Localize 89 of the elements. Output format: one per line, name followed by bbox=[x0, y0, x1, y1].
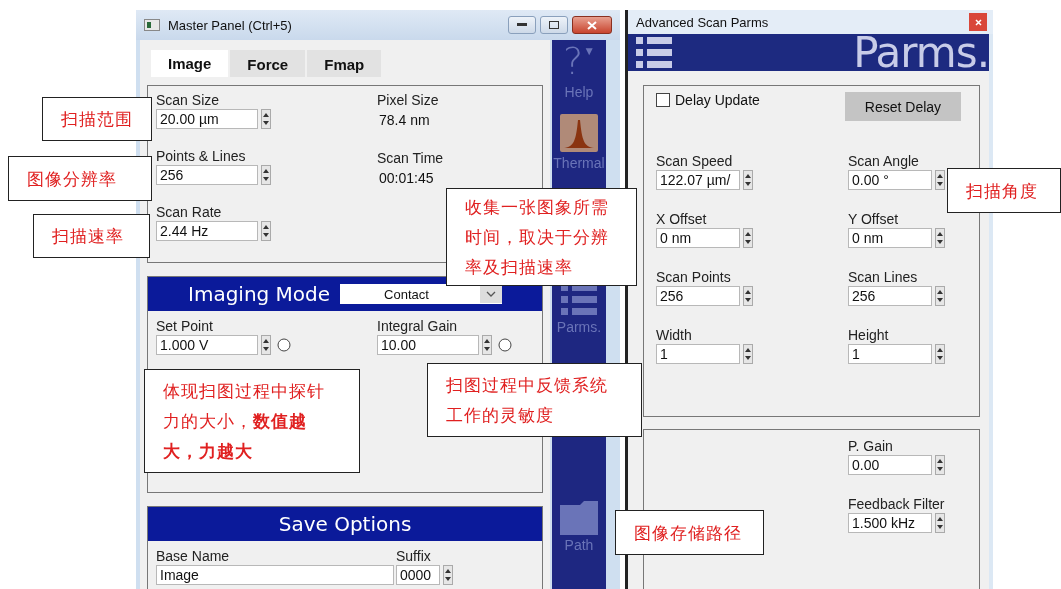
spinner-arrows[interactable] bbox=[261, 335, 271, 355]
field-label: Scan Angle bbox=[848, 153, 920, 169]
spinner-arrows[interactable] bbox=[743, 344, 753, 364]
field-label: Feedback Filter bbox=[848, 496, 946, 512]
field-label: Scan Speed bbox=[656, 153, 734, 169]
number-field[interactable]: 2.44 Hz bbox=[156, 221, 258, 241]
list-icon bbox=[636, 35, 672, 70]
number-field[interactable]: 0000 bbox=[396, 565, 440, 585]
number-field[interactable]: 256 bbox=[656, 286, 740, 306]
number-field[interactable]: 256 bbox=[848, 286, 932, 306]
spinner-arrows[interactable] bbox=[935, 344, 945, 364]
field-label: Scan Points bbox=[656, 269, 732, 285]
annotation-callout: 图像存储路径 bbox=[615, 510, 764, 555]
annotation-callout: 扫描速率 bbox=[33, 214, 150, 258]
tab[interactable]: Fmap bbox=[307, 50, 382, 77]
number-field[interactable]: 10.00 bbox=[377, 335, 479, 355]
number-field[interactable]: 1.000 V bbox=[156, 335, 258, 355]
window-icon bbox=[144, 19, 160, 31]
spinner-arrows[interactable] bbox=[261, 165, 271, 185]
list-icon[interactable] bbox=[561, 283, 597, 317]
spinner-arrows[interactable] bbox=[743, 286, 753, 306]
delay-update-checkbox[interactable]: Delay Update bbox=[656, 92, 760, 108]
number-field[interactable]: 20.00 µm bbox=[156, 109, 258, 129]
field-label: Y Offset bbox=[848, 211, 900, 227]
radio-button[interactable] bbox=[277, 338, 291, 352]
minimize-button[interactable] bbox=[508, 16, 536, 34]
number-field[interactable]: 0.00 ° bbox=[848, 170, 932, 190]
section-title: Imaging Mode bbox=[188, 282, 331, 306]
annotation-callout: 图像分辨率 bbox=[8, 156, 152, 201]
spinner-arrows[interactable] bbox=[935, 228, 945, 248]
annotation-callout: 扫描角度 bbox=[947, 168, 1061, 213]
spinner-arrows[interactable] bbox=[935, 170, 945, 190]
field-label: Set Point bbox=[156, 318, 214, 334]
readout-value: 78.4 nm bbox=[378, 112, 431, 128]
maximize-button[interactable] bbox=[540, 16, 568, 34]
window-title: Advanced Scan Parms bbox=[636, 14, 769, 30]
spinner-arrows[interactable] bbox=[743, 170, 753, 190]
field-label: Width bbox=[656, 327, 693, 343]
field-label: Scan Size bbox=[156, 92, 221, 108]
field-label: Pixel Size bbox=[377, 92, 440, 108]
reset-delay-button[interactable]: Reset Delay bbox=[845, 92, 961, 121]
field-label: P. Gain bbox=[848, 438, 894, 454]
number-field[interactable]: 0 nm bbox=[848, 228, 932, 248]
field-label: Base Name bbox=[156, 548, 231, 564]
close-button[interactable] bbox=[969, 13, 987, 32]
spinner-arrows[interactable] bbox=[743, 228, 753, 248]
number-field[interactable]: 0 nm bbox=[656, 228, 740, 248]
close-button[interactable] bbox=[572, 16, 612, 34]
spinner-arrows[interactable] bbox=[935, 286, 945, 306]
field-label: Scan Lines bbox=[848, 269, 919, 285]
spinner-arrows[interactable] bbox=[482, 335, 492, 355]
text-field[interactable]: Image bbox=[156, 565, 394, 585]
spinner-arrows[interactable] bbox=[935, 513, 945, 533]
field-label: Scan Time bbox=[377, 150, 444, 166]
maximize-icon bbox=[549, 21, 559, 29]
annotation-callout: 收集一张图象所需时间，取决于分辨率及扫描速率 bbox=[446, 188, 637, 286]
annotation-callout: 扫图过程中反馈系统工作的灵敏度 bbox=[427, 363, 642, 437]
number-field[interactable]: 122.07 µm/ bbox=[656, 170, 740, 190]
checkbox-icon bbox=[656, 93, 670, 107]
window-title: Master Panel (Ctrl+5) bbox=[168, 17, 292, 33]
spinner-arrows[interactable] bbox=[261, 221, 271, 241]
number-field[interactable]: 1 bbox=[656, 344, 740, 364]
spinner-arrows[interactable] bbox=[261, 109, 271, 129]
mode-dropdown[interactable]: Contact bbox=[340, 284, 503, 304]
section-title: Save Options bbox=[278, 512, 412, 536]
spinner-arrows[interactable] bbox=[443, 565, 453, 585]
radio-button[interactable] bbox=[498, 338, 512, 352]
header-title: Parms. bbox=[853, 34, 989, 71]
tab[interactable]: Image bbox=[151, 50, 229, 77]
readout-value: 00:01:45 bbox=[378, 170, 435, 186]
spinner-arrows[interactable] bbox=[935, 455, 945, 475]
field-label: Integral Gain bbox=[377, 318, 459, 334]
number-field[interactable]: 1 bbox=[848, 344, 932, 364]
field-label: Height bbox=[848, 327, 890, 343]
number-field[interactable]: 0.00 bbox=[848, 455, 932, 475]
annotation-callout: 扫描范围 bbox=[42, 97, 152, 141]
peak-chart-icon[interactable] bbox=[560, 114, 598, 152]
close-icon bbox=[587, 20, 597, 30]
field-label: Scan Rate bbox=[156, 204, 223, 220]
number-field[interactable]: 1.500 kHz bbox=[848, 513, 932, 533]
close-icon bbox=[974, 18, 982, 26]
folder-icon[interactable] bbox=[560, 501, 598, 535]
field-label: Points & Lines bbox=[156, 148, 247, 164]
field-label: Suffix bbox=[396, 548, 432, 564]
field-label: X Offset bbox=[656, 211, 708, 227]
number-field[interactable]: 256 bbox=[156, 165, 258, 185]
tab[interactable]: Force bbox=[230, 50, 306, 77]
annotation-callout: 体现扫图过程中探针力的大小，数值越大，力越大 bbox=[144, 369, 360, 473]
minimize-icon bbox=[517, 23, 527, 27]
